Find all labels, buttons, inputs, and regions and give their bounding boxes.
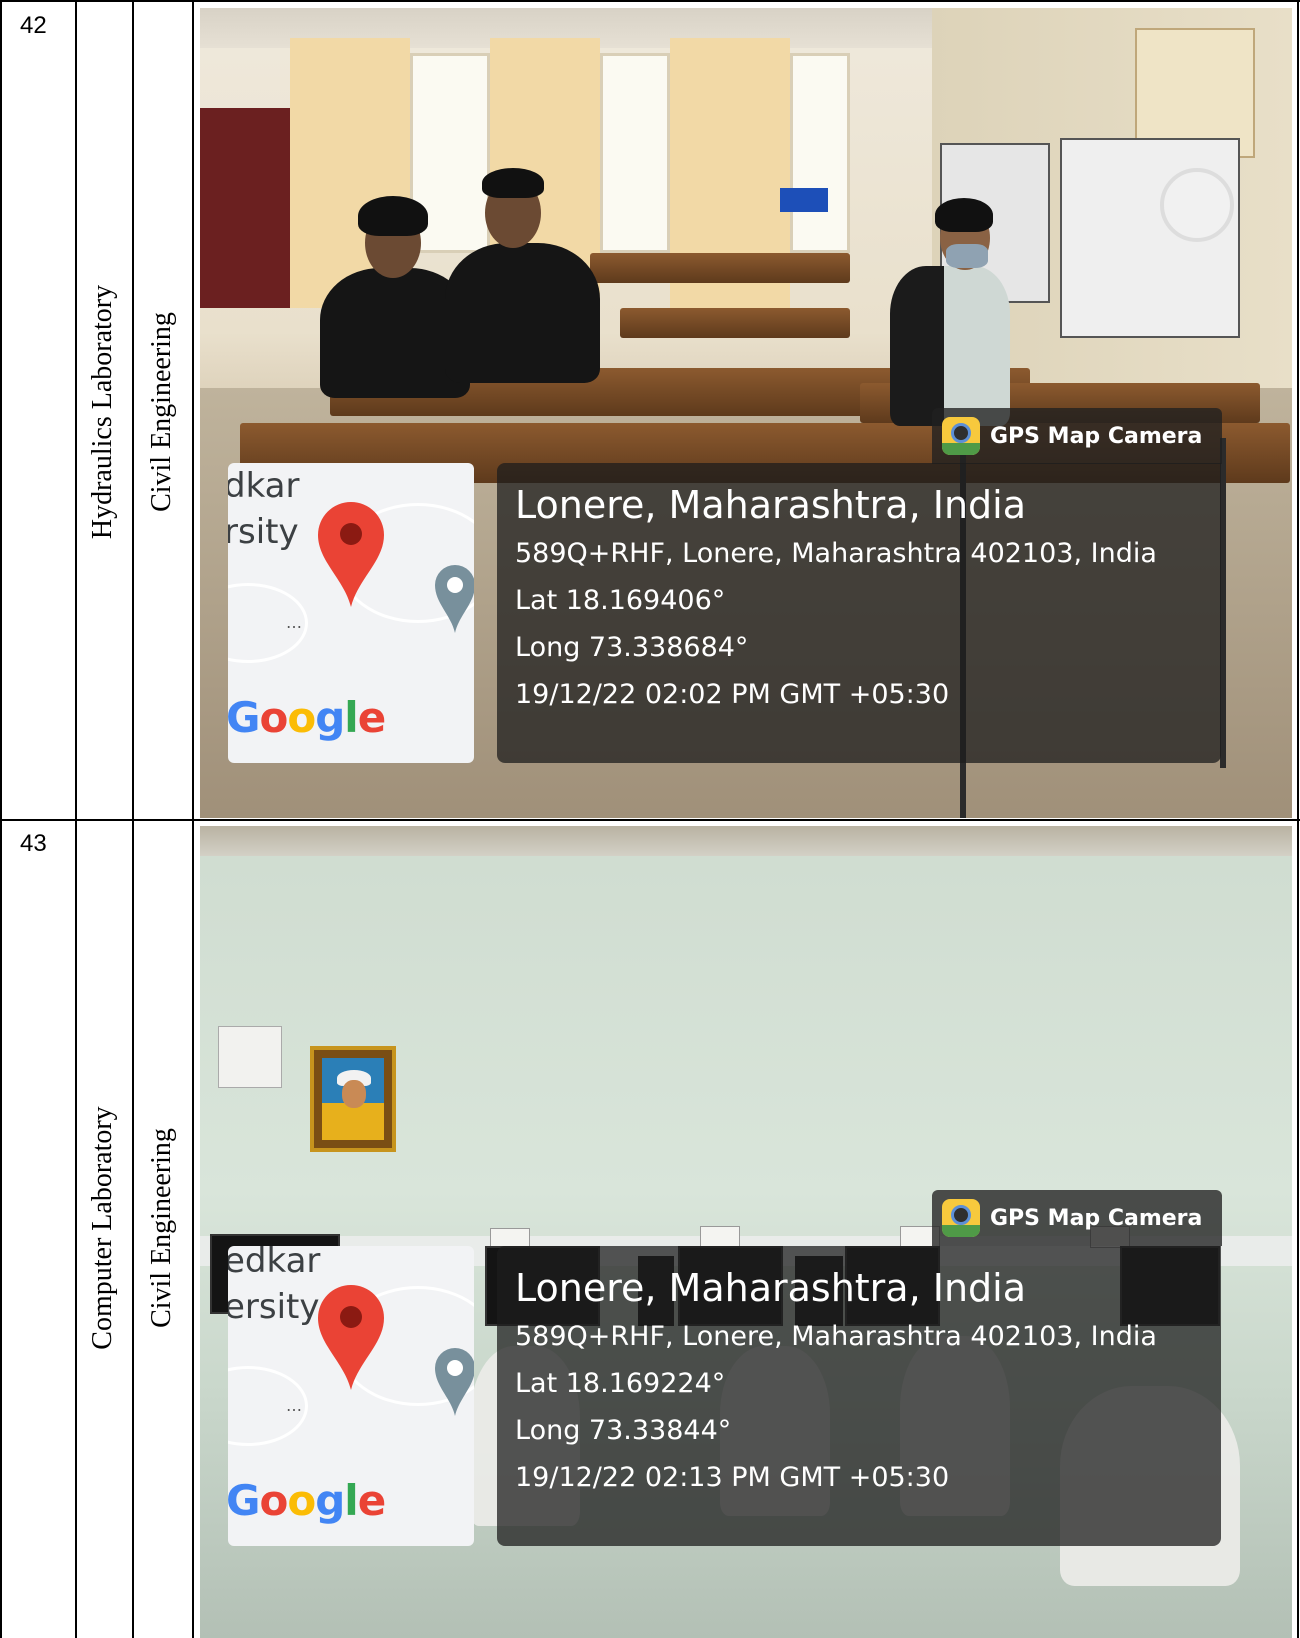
student-hair xyxy=(935,198,993,232)
window xyxy=(600,53,670,253)
map-place-text: ersity xyxy=(228,1287,320,1327)
student xyxy=(890,266,1010,426)
map-thumbnail: dkar rsity … Google xyxy=(228,463,474,763)
department-label: Civil Engineering xyxy=(146,312,177,512)
timestamp: 19/12/22 02:13 PM GMT +05:30 xyxy=(515,1462,950,1493)
gps-map-camera-icon xyxy=(942,1199,980,1237)
lab-photo: edkar ersity … Google GPS Map Camera Lon… xyxy=(200,826,1292,1638)
framed-portrait xyxy=(310,1046,396,1152)
google-logo: Google xyxy=(228,693,386,742)
map-thumbnail: edkar ersity … Google xyxy=(228,1246,474,1546)
row-number: 43 xyxy=(20,830,47,857)
location-address: 589Q+RHF, Lonere, Maharashtra 402103, In… xyxy=(515,1321,1157,1352)
latitude: Lat 18.169406° xyxy=(515,585,726,616)
longitude: Long 73.33844° xyxy=(515,1415,732,1446)
face-mask xyxy=(946,244,988,268)
lab-name-label: Computer Laboratory xyxy=(87,1106,118,1350)
google-logo: Google xyxy=(228,1476,386,1525)
power-socket xyxy=(700,1226,740,1248)
door xyxy=(200,108,290,308)
location-info-box: Lonere, Maharashtra, India 589Q+RHF, Lon… xyxy=(497,463,1221,763)
latitude: Lat 18.169224° xyxy=(515,1368,726,1399)
switchboard xyxy=(218,1026,282,1088)
lab-photo: dkar rsity … Google GPS Map Camera Loner… xyxy=(200,8,1292,818)
location-pin-icon xyxy=(435,1348,474,1416)
gps-app-label: GPS Map Camera xyxy=(932,408,1222,464)
map-place-text: edkar xyxy=(228,1246,321,1281)
map-pin-icon xyxy=(318,502,384,607)
window xyxy=(790,53,850,253)
ceiling xyxy=(200,826,1292,856)
location-address: 589Q+RHF, Lonere, Maharashtra 402103, In… xyxy=(515,538,1157,569)
row-number: 42 xyxy=(20,12,47,39)
gps-app-name: GPS Map Camera xyxy=(990,1205,1203,1231)
map-dots-icon: … xyxy=(286,1396,302,1415)
gps-app-name: GPS Map Camera xyxy=(990,423,1203,449)
map-dots-icon: … xyxy=(286,613,302,632)
timestamp: 19/12/22 02:02 PM GMT +05:30 xyxy=(515,679,950,710)
bench xyxy=(620,308,850,338)
table-border-top xyxy=(0,0,1300,2)
student-hair xyxy=(482,168,544,198)
location-pin-icon xyxy=(435,565,474,633)
bench xyxy=(590,253,850,283)
gps-map-camera-icon xyxy=(942,417,980,455)
map-pin-icon xyxy=(318,1285,384,1390)
portrait-image xyxy=(322,1058,384,1140)
map-place-text: rsity xyxy=(228,512,299,552)
table-row-divider xyxy=(0,819,1300,821)
location-place: Lonere, Maharashtra, India xyxy=(515,483,1026,527)
map-place-text: dkar xyxy=(228,466,300,506)
blue-tank xyxy=(780,188,828,212)
student xyxy=(445,243,600,383)
portrait-face xyxy=(342,1080,366,1108)
student-hair xyxy=(358,196,428,236)
lab-name-label: Hydraulics Laboratory xyxy=(87,284,118,540)
gps-app-label: GPS Map Camera xyxy=(932,1190,1222,1246)
pedestal-fan xyxy=(1160,168,1234,242)
longitude: Long 73.338684° xyxy=(515,632,749,663)
department-label: Civil Engineering xyxy=(146,1128,177,1328)
location-info-box: Lonere, Maharashtra, India 589Q+RHF, Lon… xyxy=(497,1246,1221,1546)
location-place: Lonere, Maharashtra, India xyxy=(515,1266,1026,1310)
